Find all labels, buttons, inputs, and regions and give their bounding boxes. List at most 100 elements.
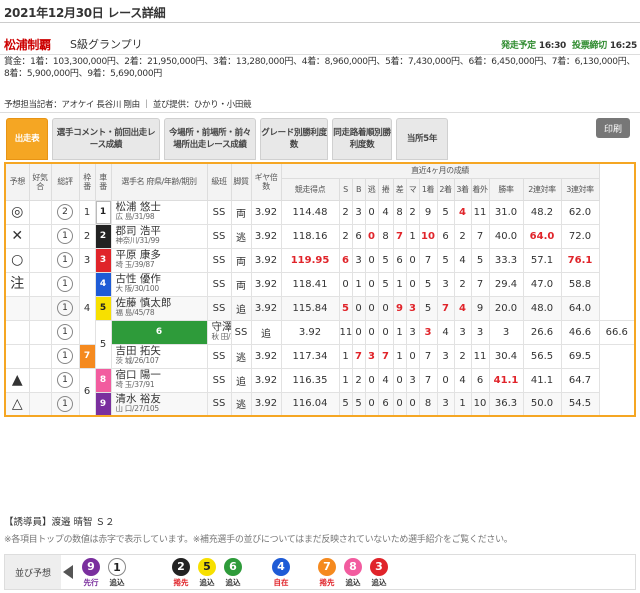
tab-local-5yr[interactable]: 当所5年 (396, 118, 448, 160)
r2-cell: 64.0 (522, 223, 562, 249)
kyuhan-cell-value: SS (212, 374, 226, 386)
B-cell: 2 (351, 367, 366, 393)
tab-entry-list[interactable]: 出走表 (6, 118, 48, 160)
win-cell-value: 40.0 (494, 230, 518, 242)
out-cell-value: 6 (476, 374, 484, 386)
out-cell: 10 (470, 391, 490, 417)
sohyo-circle: 1 (57, 252, 73, 268)
makuri-cell: 6 (377, 391, 394, 417)
koki-cell (28, 199, 52, 225)
kyuhan-cell: SS (206, 367, 232, 393)
player-name[interactable]: 平原 康多 (116, 250, 207, 261)
gear-cell: 3.92 (250, 295, 282, 321)
nige-cell: 0 (364, 199, 379, 225)
kyuhan-cell-value: SS (212, 350, 226, 362)
out-cell: 5 (470, 247, 490, 273)
player-name[interactable]: 吉田 拓矢 (116, 346, 207, 357)
lineup-style: 捲先 (319, 578, 335, 587)
prediction-mark-value: ◎ (11, 204, 24, 220)
player-name[interactable]: 古性 優作 (116, 274, 207, 285)
player-name[interactable]: 宿口 陽一 (116, 370, 207, 381)
gear-cell-value: 3.92 (298, 326, 322, 338)
player-cell[interactable]: 守澤 太志秋 田/36/96 (206, 319, 232, 345)
player-name[interactable]: 郡司 浩平 (116, 226, 207, 237)
m-cell: 2 (405, 199, 420, 225)
car-number: 2 (94, 223, 112, 249)
nige-cell: 3 (364, 343, 379, 369)
tab-player-comments[interactable]: 選手コメント・前回出走レース成績 (52, 118, 160, 160)
out-cell: 3 (488, 319, 524, 345)
sashi-cell: 9 (392, 295, 407, 321)
nige-cell: 0 (364, 367, 379, 393)
th-mark: マ (405, 177, 420, 201)
nige-cell: 0 (364, 223, 379, 249)
th-ren2: 2連対率 (522, 177, 562, 201)
sashi-cell-value: 1 (396, 350, 403, 362)
p1-cell: 7 (418, 367, 438, 393)
sashi-cell-value: 3 (409, 326, 416, 338)
p1-cell-value: 5 (424, 302, 432, 314)
player-cell[interactable]: 松浦 悠士広 島/31/98 (110, 199, 208, 225)
lineup-label: 並び予想 (5, 555, 61, 589)
player-cell[interactable]: 平原 康多埼 玉/39/87 (110, 247, 208, 273)
m-cell: 3 (405, 295, 420, 321)
kyaku-cell: 追 (230, 295, 252, 321)
sohyo-cell: 1 (50, 247, 80, 273)
player-info: 大 阪/30/100 (115, 284, 160, 293)
player-name[interactable]: 守澤 太志 (212, 322, 231, 333)
S-cell: 5 (338, 391, 353, 417)
sashi-cell: 1 (392, 343, 407, 369)
win-cell-value: 26.6 (530, 326, 554, 338)
car-number-value: 8 (99, 375, 107, 385)
player-cell[interactable]: 佐藤 慎太郎福 島/45/78 (110, 295, 208, 321)
kyuhan-cell: SS (206, 271, 232, 297)
S-cell-value: 5 (342, 398, 349, 410)
tab-grade-wins[interactable]: グレード別勝利度数 (260, 118, 328, 160)
S-cell-value: 1 (342, 374, 349, 386)
prediction-mark (4, 319, 30, 345)
player-cell[interactable]: 古性 優作大 阪/30/100 (110, 271, 208, 297)
r3-cell-value: 54.5 (568, 398, 592, 410)
car-number: 8 (94, 367, 112, 393)
B-cell: 3 (351, 199, 366, 225)
player-cell[interactable]: 郡司 浩平 神奈川/31/99 (110, 223, 208, 249)
prediction-mark-value: 注 (10, 276, 25, 292)
th-s: S (338, 177, 353, 201)
player-name[interactable]: 清水 裕友 (116, 394, 207, 405)
car-number: 3 (94, 247, 112, 273)
prediction-mark-value: ○ (11, 252, 24, 268)
sashi-cell: 0 (392, 367, 407, 393)
makuri-cell-value: 4 (382, 374, 389, 386)
player-cell[interactable]: 吉田 拓矢茨 城/26/107 (110, 343, 208, 369)
S-cell-value: 0 (342, 278, 349, 290)
player-cell[interactable]: 宿口 陽一埼 玉/37/91 (110, 367, 208, 393)
waku-cell-value: 3 (83, 254, 91, 266)
kyaku-cell-value: 両 (236, 280, 246, 292)
th-chakugai: 着外 (470, 177, 490, 201)
lineup-car-number: 5 (198, 558, 216, 576)
player-name[interactable]: 松浦 悠士 (116, 202, 207, 213)
waku-cell: 3 (78, 247, 96, 273)
th-player: 選手名 府県/年齢/期別 (110, 162, 208, 201)
m-cell-value: 1 (409, 230, 416, 242)
sashi-cell-value: 8 (396, 206, 403, 218)
sashi-cell-value: 7 (396, 230, 403, 242)
p3-cell-value: 3 (476, 326, 484, 338)
p1-cell-value: 9 (424, 206, 432, 218)
lineup-item: 7 捲先 (315, 558, 339, 588)
p2-cell-value: 7 (442, 302, 449, 314)
makuri-cell-value: 1 (396, 326, 403, 338)
makuri-cell-value: 5 (382, 254, 389, 266)
p3-cell-value: 2 (459, 278, 466, 290)
r3-cell: 58.8 (560, 271, 600, 297)
tab-course-wins[interactable]: 同走路着順別勝利度数 (332, 118, 392, 160)
p1-cell-value: 7 (424, 374, 432, 386)
B-cell: 0 (364, 319, 379, 345)
page-date: 2021年12月30日 レース詳細 (4, 6, 166, 20)
r3-cell: 54.5 (560, 391, 600, 417)
kyuhan-cell-value: SS (212, 230, 226, 242)
player-name[interactable]: 佐藤 慎太郎 (116, 298, 207, 309)
print-button[interactable]: 印刷 (596, 118, 630, 138)
tab-past-results[interactable]: 今場所・前場所・前々場所出走レース成績 (164, 118, 256, 160)
player-cell[interactable]: 清水 裕友山 口/27/105 (110, 391, 208, 417)
